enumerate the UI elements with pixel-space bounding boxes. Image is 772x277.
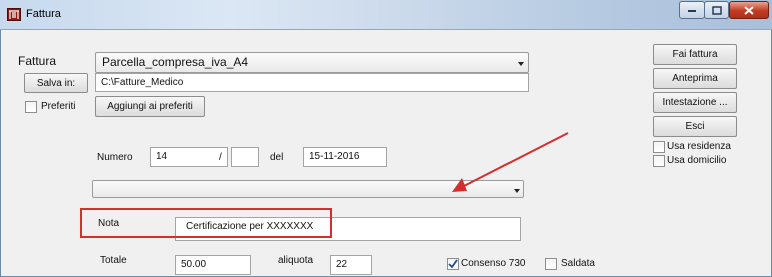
- preferiti-label: Preferiti: [41, 101, 76, 112]
- save-path-field[interactable]: C:\Fatture_Medico: [95, 73, 529, 92]
- saldata-label: Saldata: [561, 258, 595, 269]
- numero-separator: /: [219, 152, 222, 163]
- close-button[interactable]: [729, 1, 769, 19]
- aliquota-field[interactable]: 22: [330, 255, 372, 275]
- numero-field[interactable]: 14: [150, 147, 228, 167]
- saldata-checkbox[interactable]: [545, 258, 557, 270]
- minimize-icon: [688, 10, 696, 12]
- nota-highlight-box: [80, 208, 332, 238]
- consenso-730-checkbox[interactable]: [447, 258, 459, 270]
- fattura-label: Fattura: [18, 54, 57, 68]
- app-icon: [7, 8, 21, 21]
- totale-field[interactable]: 50.00: [175, 255, 251, 275]
- usa-residenza-checkbox[interactable]: [653, 141, 665, 153]
- minimize-button[interactable]: [679, 1, 705, 19]
- maximize-button[interactable]: [704, 1, 729, 19]
- template-select[interactable]: Parcella_compresa_iva_A4: [95, 52, 529, 73]
- intestazione-button[interactable]: Intestazione ...: [653, 92, 737, 113]
- consenso-730-label: Consenso 730: [461, 258, 526, 269]
- usa-domicilio-checkbox[interactable]: [653, 155, 665, 167]
- checkmark-icon: [448, 259, 458, 269]
- annotation-arrow-icon: [452, 132, 569, 192]
- preferiti-checkbox[interactable]: [25, 101, 37, 113]
- salva-in-button[interactable]: Salva in:: [24, 73, 88, 93]
- usa-domicilio-label: Usa domicilio: [667, 155, 727, 166]
- date-field[interactable]: 15-11-2016: [303, 147, 387, 167]
- usa-residenza-label: Usa residenza: [667, 141, 731, 152]
- numero-suffix-field[interactable]: [231, 147, 259, 167]
- anteprima-button[interactable]: Anteprima: [653, 68, 737, 89]
- window-title: Fattura: [26, 8, 61, 20]
- maximize-icon: [711, 5, 722, 15]
- chevron-down-icon: [518, 62, 524, 66]
- numero-label: Numero: [97, 152, 133, 163]
- esci-button[interactable]: Esci: [653, 116, 737, 137]
- aliquota-label: aliquota: [278, 255, 314, 266]
- totale-label: Totale: [100, 255, 127, 266]
- close-icon: [744, 5, 754, 15]
- aggiungi-preferiti-button[interactable]: Aggiungi ai preferiti: [95, 96, 205, 117]
- template-select-value: Parcella_compresa_iva_A4: [102, 55, 249, 69]
- title-bar[interactable]: [0, 0, 772, 30]
- fai-fattura-button[interactable]: Fai fattura: [653, 44, 737, 65]
- del-label: del: [270, 152, 284, 163]
